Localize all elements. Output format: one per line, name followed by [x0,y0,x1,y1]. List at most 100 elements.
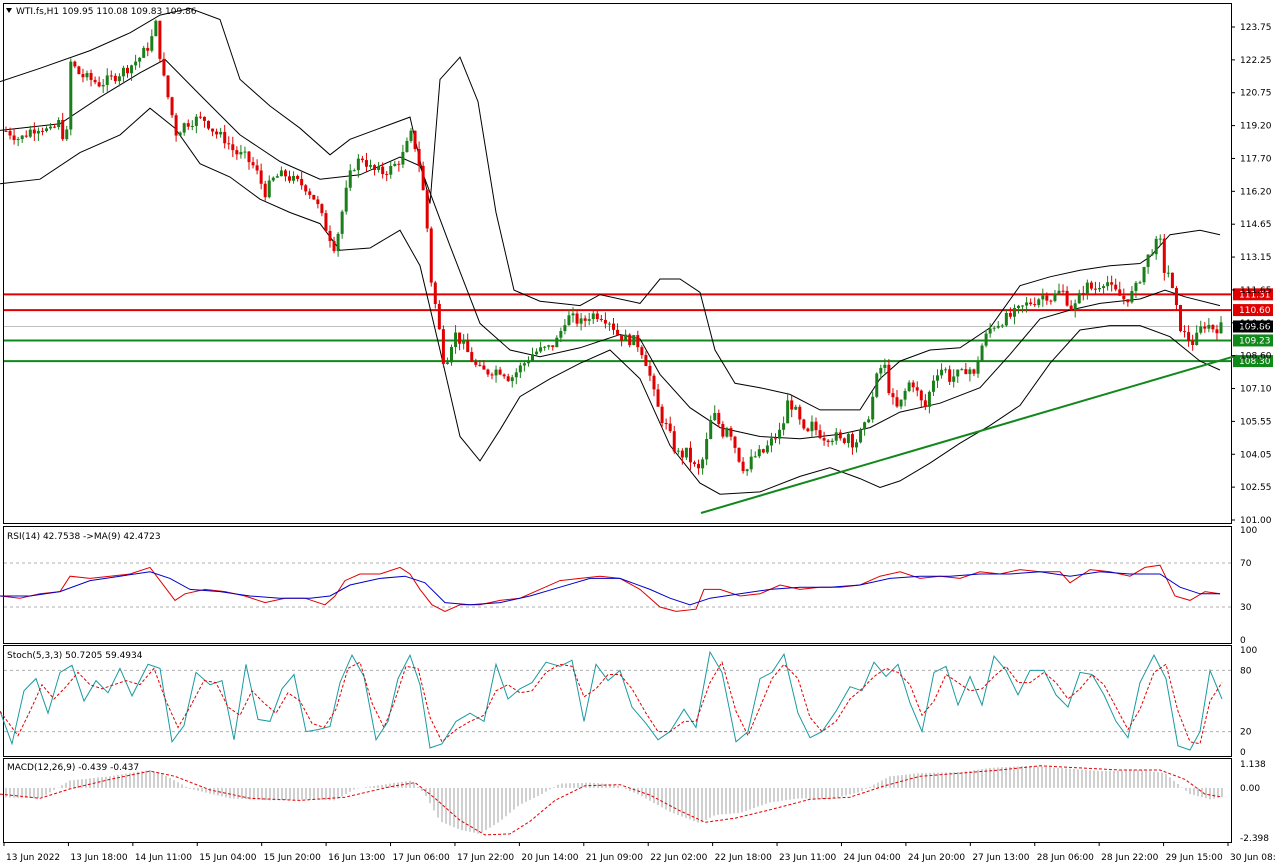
candle-bear [814,421,818,431]
time-tick-label: 24 Jun 04:00 [843,853,900,863]
candle-bull [190,125,194,127]
candle-bull [782,423,786,430]
candle-bear [109,75,113,77]
candle-bull [450,346,453,363]
candle-bear [304,185,308,192]
candle-bull [749,456,753,470]
macd-tick-label: 1.138 [1240,760,1266,770]
candle-bear [802,419,806,429]
candle-bull [745,469,749,472]
candle-bull [389,165,393,175]
candle-bull [377,166,381,170]
candle-bear [887,364,891,394]
candle-bull [567,315,571,326]
candle-bull [65,129,69,140]
candle-bear [73,61,77,67]
candle-bear [89,73,93,80]
candle-bull [936,375,939,381]
candle-bear [1045,295,1049,301]
candle-bull [401,152,405,165]
candle-bull [154,20,158,37]
stoch-tick-label: 100 [1240,646,1257,656]
candle-bull [219,131,223,135]
price-tick-label: 104.05 [1240,450,1272,460]
candle-bull [1154,238,1158,255]
candle-bull [1146,254,1150,267]
candle-bear [822,438,826,441]
candle-bear [502,374,506,377]
price-tick-label: 102.55 [1240,483,1272,493]
candle-bear [575,313,579,324]
candle-bear [433,282,437,304]
time-tick-label: 13 Jun 2022 [6,853,60,863]
candle-bull [960,369,964,371]
candle-bear [640,347,644,356]
candle-bull [968,369,972,375]
stoch-tick-label: 80 [1240,666,1252,676]
candle-bear [24,135,28,137]
candle-bear [1126,299,1130,303]
symbol-info: WTI.fs,H1 109.95 110.08 109.83 109.86 [16,7,197,17]
candle-bull [867,419,871,423]
candle-bull [1207,324,1211,329]
candle-bull [1134,282,1138,291]
candle-bear [1049,300,1053,302]
candle-bear [437,303,441,330]
rsi-tick-label: 30 [1240,603,1252,613]
candle-bull [531,354,534,362]
candle-bear [948,369,952,382]
price-tick-label: 119.20 [1240,122,1272,132]
candle-bull [705,438,709,460]
candle-bear [761,449,765,453]
macd-label: MACD(12,26,9) -0.439 -0.437 [7,763,139,773]
candle-bear [721,423,725,437]
candle-bull [409,130,413,141]
candle-bear [186,123,190,127]
price-tick-label: 113.15 [1240,253,1272,263]
candle-bull [684,447,688,458]
candle-bull [725,428,729,437]
candle-bear [474,361,478,365]
candle-bear [1110,282,1114,285]
candle-bear [97,82,101,87]
candle-bear [498,369,502,375]
candle-bear [818,430,822,439]
candle-bear [895,397,899,407]
candle-bear [1162,238,1166,273]
candle-bull [20,135,24,140]
candle-bear [126,67,129,74]
main-price-panel [3,3,1232,524]
price-tick-label: 111.65 [1240,286,1272,296]
candle-bear [202,116,206,121]
candle-bull [875,373,879,397]
candle-bull [996,325,1000,328]
candle-bear [680,450,684,458]
candle-bull [591,313,595,320]
candle-bear [1029,302,1033,305]
candle-bear [1114,284,1118,290]
candle-bear [320,204,324,214]
candle-bear [332,241,336,252]
candle-bear [1065,290,1069,306]
candle-bull [1021,305,1025,307]
candle-bear [741,461,745,472]
candle-bear [1191,341,1195,345]
candle-bull [1142,266,1146,283]
candle-bull [518,365,522,373]
time-tick-label: 27 Jun 13:00 [972,853,1029,863]
candle-bear [251,162,255,166]
candle-bull [340,211,344,234]
candle-bull [45,128,48,132]
candle-bear [603,319,607,324]
time-tick-label: 15 Jun 04:00 [199,853,256,863]
candle-bear [4,130,8,132]
candle-bear [158,20,162,59]
candle-bull [830,440,834,443]
candle-bear [490,374,494,376]
candle-bull [57,120,61,128]
candle-bull [980,345,984,362]
candle-bull [405,140,409,153]
candle-bear [1211,324,1215,330]
price-tick-label: 117.70 [1240,154,1272,164]
candle-bull [1041,295,1045,300]
